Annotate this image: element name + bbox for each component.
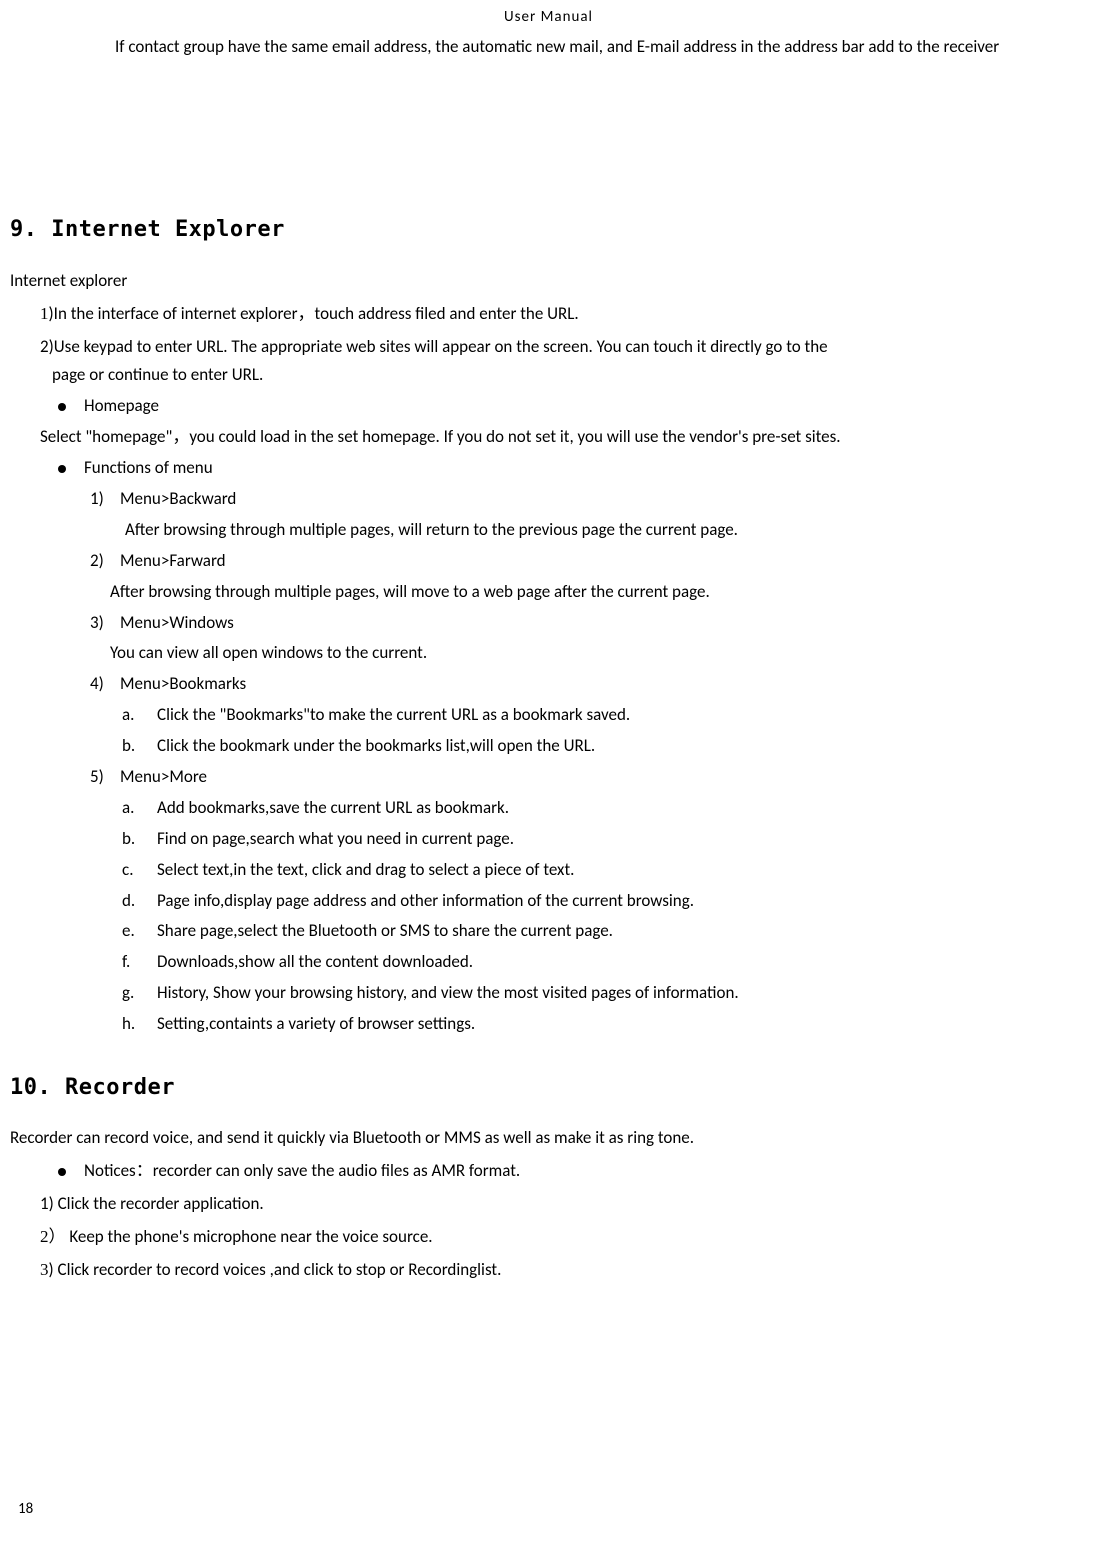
sub-text: Click the "Bookmarks"to make the current… bbox=[157, 701, 630, 730]
recorder-step-2: 2） Keep the phone's microphone near the … bbox=[40, 1223, 1087, 1252]
bookmark-sub-a: a. Click the "Bookmarks"to make the curr… bbox=[10, 701, 1087, 730]
menu-1-desc: After browsing through multiple pages, w… bbox=[125, 516, 1087, 545]
more-sub-b: b.Find on page,search what you need in c… bbox=[10, 825, 1087, 854]
menu-title: Menu>Backward bbox=[120, 485, 236, 514]
bullet-functions-label: Functions of menu bbox=[84, 454, 213, 483]
sub-label: a. bbox=[122, 701, 157, 730]
menu-3-desc: You can view all open windows to the cur… bbox=[110, 639, 1087, 668]
sub-text: Select text,in the text, click and drag … bbox=[157, 856, 574, 885]
homepage-desc: Select "homepage"，you could load in the … bbox=[40, 423, 1087, 452]
sub-text: Add bookmarks,save the current URL as bo… bbox=[157, 794, 509, 823]
notices-text: Notices：recorder can only save the audio… bbox=[84, 1157, 520, 1186]
bullet-notices: Notices：recorder can only save the audio… bbox=[10, 1157, 1087, 1186]
menu-num: 2) bbox=[90, 547, 120, 576]
step-2-num: 2） bbox=[40, 1227, 66, 1246]
step-3-text: ) Click recorder to record voices ,and c… bbox=[49, 1259, 502, 1280]
bullet-homepage: Homepage bbox=[10, 392, 1087, 421]
sub-label: c. bbox=[122, 856, 157, 885]
ie-step-2-line2: page or continue to enter URL. bbox=[52, 361, 1087, 390]
ie-step-1: 1)In the interface of internet explorer，… bbox=[40, 300, 1087, 329]
sub-label: b. bbox=[122, 732, 157, 761]
sub-label: e. bbox=[122, 917, 157, 946]
intro-paragraph: If contact group have the same email add… bbox=[10, 33, 1087, 62]
more-sub-f: f.Downloads,show all the content downloa… bbox=[10, 948, 1087, 977]
menu-item-5: 5) Menu>More bbox=[10, 763, 1087, 792]
recorder-intro: Recorder can record voice, and send it q… bbox=[10, 1124, 1087, 1153]
more-sub-h: h.Setting,containts a variety of browser… bbox=[10, 1010, 1087, 1039]
page-header: User Manual bbox=[10, 5, 1087, 31]
menu-item-2: 2) Menu>Farward bbox=[10, 547, 1087, 576]
bullet-homepage-label: Homepage bbox=[84, 392, 159, 421]
bookmark-sub-b: b. Click the bookmark under the bookmark… bbox=[10, 732, 1087, 761]
menu-title: Menu>Windows bbox=[120, 609, 234, 638]
recorder-step-1: 1) Click the recorder application. bbox=[40, 1190, 1087, 1219]
sub-text: Find on page,search what you need in cur… bbox=[157, 825, 514, 854]
menu-title: Menu>Bookmarks bbox=[120, 670, 246, 699]
step-3-num: 3 bbox=[40, 1260, 49, 1279]
more-sub-c: c.Select text,in the text, click and dra… bbox=[10, 856, 1087, 885]
sub-label: a. bbox=[122, 794, 157, 823]
more-sub-g: g.History, Show your browsing history, a… bbox=[10, 979, 1087, 1008]
intro-text: If contact group have the same email add… bbox=[115, 36, 999, 57]
more-sub-e: e.Share page,select the Bluetooth or SMS… bbox=[10, 917, 1087, 946]
section-10-heading: 10. Recorder bbox=[10, 1069, 1087, 1106]
menu-num: 5) bbox=[90, 763, 120, 792]
page-number: 18 bbox=[18, 1497, 33, 1523]
menu-title: Menu>Farward bbox=[120, 547, 226, 576]
sub-label: f. bbox=[122, 948, 157, 977]
ie-subtitle: Internet explorer bbox=[10, 267, 1087, 296]
menu-item-4: 4) Menu>Bookmarks bbox=[10, 670, 1087, 699]
menu-item-1: 1) Menu>Backward bbox=[10, 485, 1087, 514]
bullet-icon bbox=[58, 465, 66, 473]
bullet-icon bbox=[58, 1168, 66, 1176]
bullet-icon bbox=[58, 403, 66, 411]
sub-text: History, Show your browsing history, and… bbox=[157, 979, 739, 1008]
sub-text: Share page,select the Bluetooth or SMS t… bbox=[157, 917, 613, 946]
sub-label: d. bbox=[122, 887, 157, 916]
sub-label: h. bbox=[122, 1010, 157, 1039]
sub-text: Downloads,show all the content downloade… bbox=[157, 948, 473, 977]
menu-2-desc: After browsing through multiple pages, w… bbox=[110, 578, 1087, 607]
section-9-heading: 9. Internet Explorer bbox=[10, 211, 1087, 248]
menu-num: 1) bbox=[90, 485, 120, 514]
recorder-step-3: 3) Click recorder to record voices ,and … bbox=[40, 1256, 1087, 1285]
step-2-text: Keep the phone's microphone near the voi… bbox=[69, 1226, 432, 1247]
ie-step-2-line1: 2)Use keypad to enter URL. The appropria… bbox=[40, 333, 1087, 362]
menu-num: 3) bbox=[90, 609, 120, 638]
menu-title: Menu>More bbox=[120, 763, 207, 792]
menu-num: 4) bbox=[90, 670, 120, 699]
sub-text: Setting,containts a variety of browser s… bbox=[157, 1010, 475, 1039]
sub-text: Click the bookmark under the bookmarks l… bbox=[157, 732, 595, 761]
sub-label: g. bbox=[122, 979, 157, 1008]
bullet-functions: Functions of menu bbox=[10, 454, 1087, 483]
sub-text: Page info,display page address and other… bbox=[157, 887, 694, 916]
more-sub-d: d.Page info,display page address and oth… bbox=[10, 887, 1087, 916]
sub-label: b. bbox=[122, 825, 157, 854]
menu-item-3: 3) Menu>Windows bbox=[10, 609, 1087, 638]
more-sub-a: a.Add bookmarks,save the current URL as … bbox=[10, 794, 1087, 823]
